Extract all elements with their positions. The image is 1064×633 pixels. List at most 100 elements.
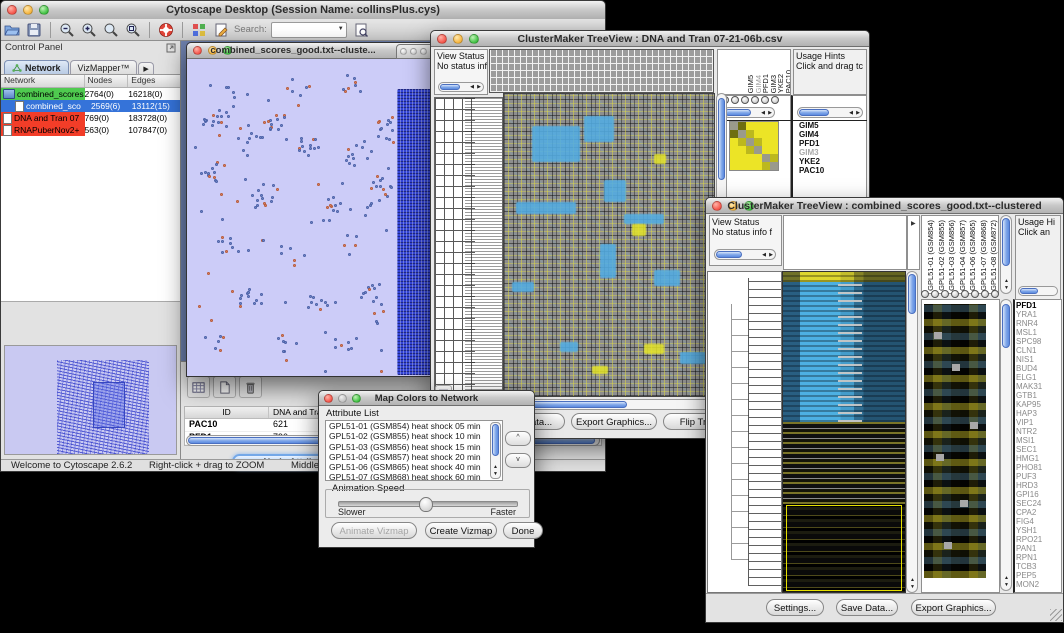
network-node[interactable] (339, 202, 342, 205)
network-node[interactable] (200, 172, 203, 175)
zoom-fit-button[interactable] (123, 21, 143, 39)
mini-heatmap[interactable] (729, 121, 779, 171)
network-node[interactable] (237, 250, 240, 253)
network-node[interactable] (351, 153, 354, 156)
network-node[interactable] (327, 198, 330, 201)
move-down-button[interactable]: v (505, 453, 531, 468)
network-node[interactable] (320, 299, 323, 302)
network-node[interactable] (246, 154, 249, 157)
network-node[interactable] (377, 121, 380, 124)
network-node[interactable] (381, 177, 384, 180)
network-node[interactable] (260, 302, 263, 305)
network-node[interactable] (372, 300, 375, 303)
network-node[interactable] (231, 246, 234, 249)
attribute-item[interactable]: GPL51-03 (GSM856) heat shock 15 min (326, 442, 502, 452)
network-node[interactable] (324, 331, 327, 334)
attribute-list-scrollbar[interactable]: ▲▼ (490, 422, 501, 479)
network-node[interactable] (291, 90, 294, 93)
network-node[interactable] (347, 87, 350, 90)
open-file-button[interactable] (2, 21, 22, 39)
network-node[interactable] (277, 128, 280, 131)
network-node[interactable] (366, 157, 369, 160)
network-node[interactable] (198, 305, 201, 308)
zoom-tool-icon[interactable] (971, 290, 979, 298)
network-node[interactable] (211, 167, 214, 170)
network-node[interactable] (389, 121, 392, 124)
network-node[interactable] (242, 149, 245, 152)
network-node[interactable] (348, 162, 351, 165)
network-node[interactable] (219, 335, 222, 338)
network-node[interactable] (317, 146, 320, 149)
zoom-tool-icon[interactable] (931, 290, 939, 298)
network-node[interactable] (355, 337, 358, 340)
network-node[interactable] (334, 204, 337, 207)
network-node[interactable] (324, 370, 327, 373)
network-node[interactable] (285, 138, 288, 141)
network-node[interactable] (232, 91, 235, 94)
attribute-item[interactable]: GPL51-04 (GSM857) heat shock 20 min (326, 452, 502, 462)
network-node[interactable] (218, 134, 221, 137)
attribute-item[interactable]: GPL51-02 (GSM855) heat shock 10 min (326, 431, 502, 441)
network-node[interactable] (267, 120, 270, 123)
network-node[interactable] (332, 209, 335, 212)
network-node[interactable] (221, 218, 224, 221)
network-node[interactable] (255, 135, 258, 138)
network-list-row[interactable]: DNA and Tran 07769(0)183728(0) (1, 112, 180, 124)
zoom-tool-icon[interactable] (991, 290, 999, 298)
network-node[interactable] (326, 206, 329, 209)
network-node[interactable] (280, 245, 283, 248)
network-node[interactable] (221, 251, 224, 254)
network-node[interactable] (308, 85, 311, 88)
network-node[interactable] (227, 115, 230, 118)
network-node[interactable] (346, 74, 349, 77)
network-node[interactable] (246, 141, 249, 144)
network-node[interactable] (300, 137, 303, 140)
network-node[interactable] (376, 175, 379, 178)
network-node[interactable] (363, 140, 366, 143)
network-node[interactable] (247, 291, 250, 294)
network-node[interactable] (373, 287, 376, 290)
minimize-button[interactable] (410, 48, 417, 55)
network-node[interactable] (276, 118, 279, 121)
network-node[interactable] (377, 135, 380, 138)
network-node[interactable] (347, 148, 350, 151)
network-node[interactable] (293, 259, 296, 262)
network-node[interactable] (349, 208, 352, 211)
network-node[interactable] (379, 179, 382, 182)
heatmap-v-scrollbar[interactable]: ▲▼ (906, 271, 918, 593)
network-node[interactable] (380, 127, 383, 130)
network-list-row[interactable]: combined_sco2569(6)13112(15) (1, 100, 180, 112)
network-node[interactable] (240, 294, 243, 297)
network-node[interactable] (380, 303, 383, 306)
network-node[interactable] (271, 196, 274, 199)
network-node[interactable] (262, 239, 265, 242)
network-node[interactable] (236, 200, 239, 203)
genelist-h-scrollbar[interactable]: ◀▶ (797, 107, 863, 118)
splitter[interactable]: ▶ (907, 215, 920, 270)
network-node[interactable] (360, 296, 363, 299)
network-node[interactable] (248, 137, 251, 140)
network-node[interactable] (257, 189, 260, 192)
tab-network[interactable]: Network (4, 60, 69, 74)
network-node[interactable] (289, 247, 292, 250)
network-node[interactable] (261, 136, 264, 139)
network-node[interactable] (361, 146, 364, 149)
save-data-button[interactable]: Save Data... (836, 599, 898, 616)
chevron-down-icon[interactable]: ▼ (338, 26, 344, 32)
network-node[interactable] (247, 249, 250, 252)
network-node[interactable] (334, 301, 337, 304)
col-nodes[interactable]: Nodes (85, 75, 129, 87)
zoom-tool-icon[interactable] (981, 290, 989, 298)
network-node[interactable] (208, 175, 211, 178)
network-node[interactable] (378, 283, 381, 286)
zoom-tool-icon[interactable] (951, 290, 959, 298)
network-node[interactable] (277, 337, 280, 340)
column-dendrogram-area[interactable] (783, 215, 907, 270)
save-session-button[interactable] (24, 21, 44, 39)
network-node[interactable] (225, 125, 228, 128)
network-node[interactable] (312, 296, 315, 299)
column-dendrogram[interactable] (489, 49, 714, 93)
zoom-button[interactable] (420, 48, 427, 55)
zoom-tool-icon[interactable] (941, 290, 949, 298)
network-node[interactable] (380, 349, 383, 352)
